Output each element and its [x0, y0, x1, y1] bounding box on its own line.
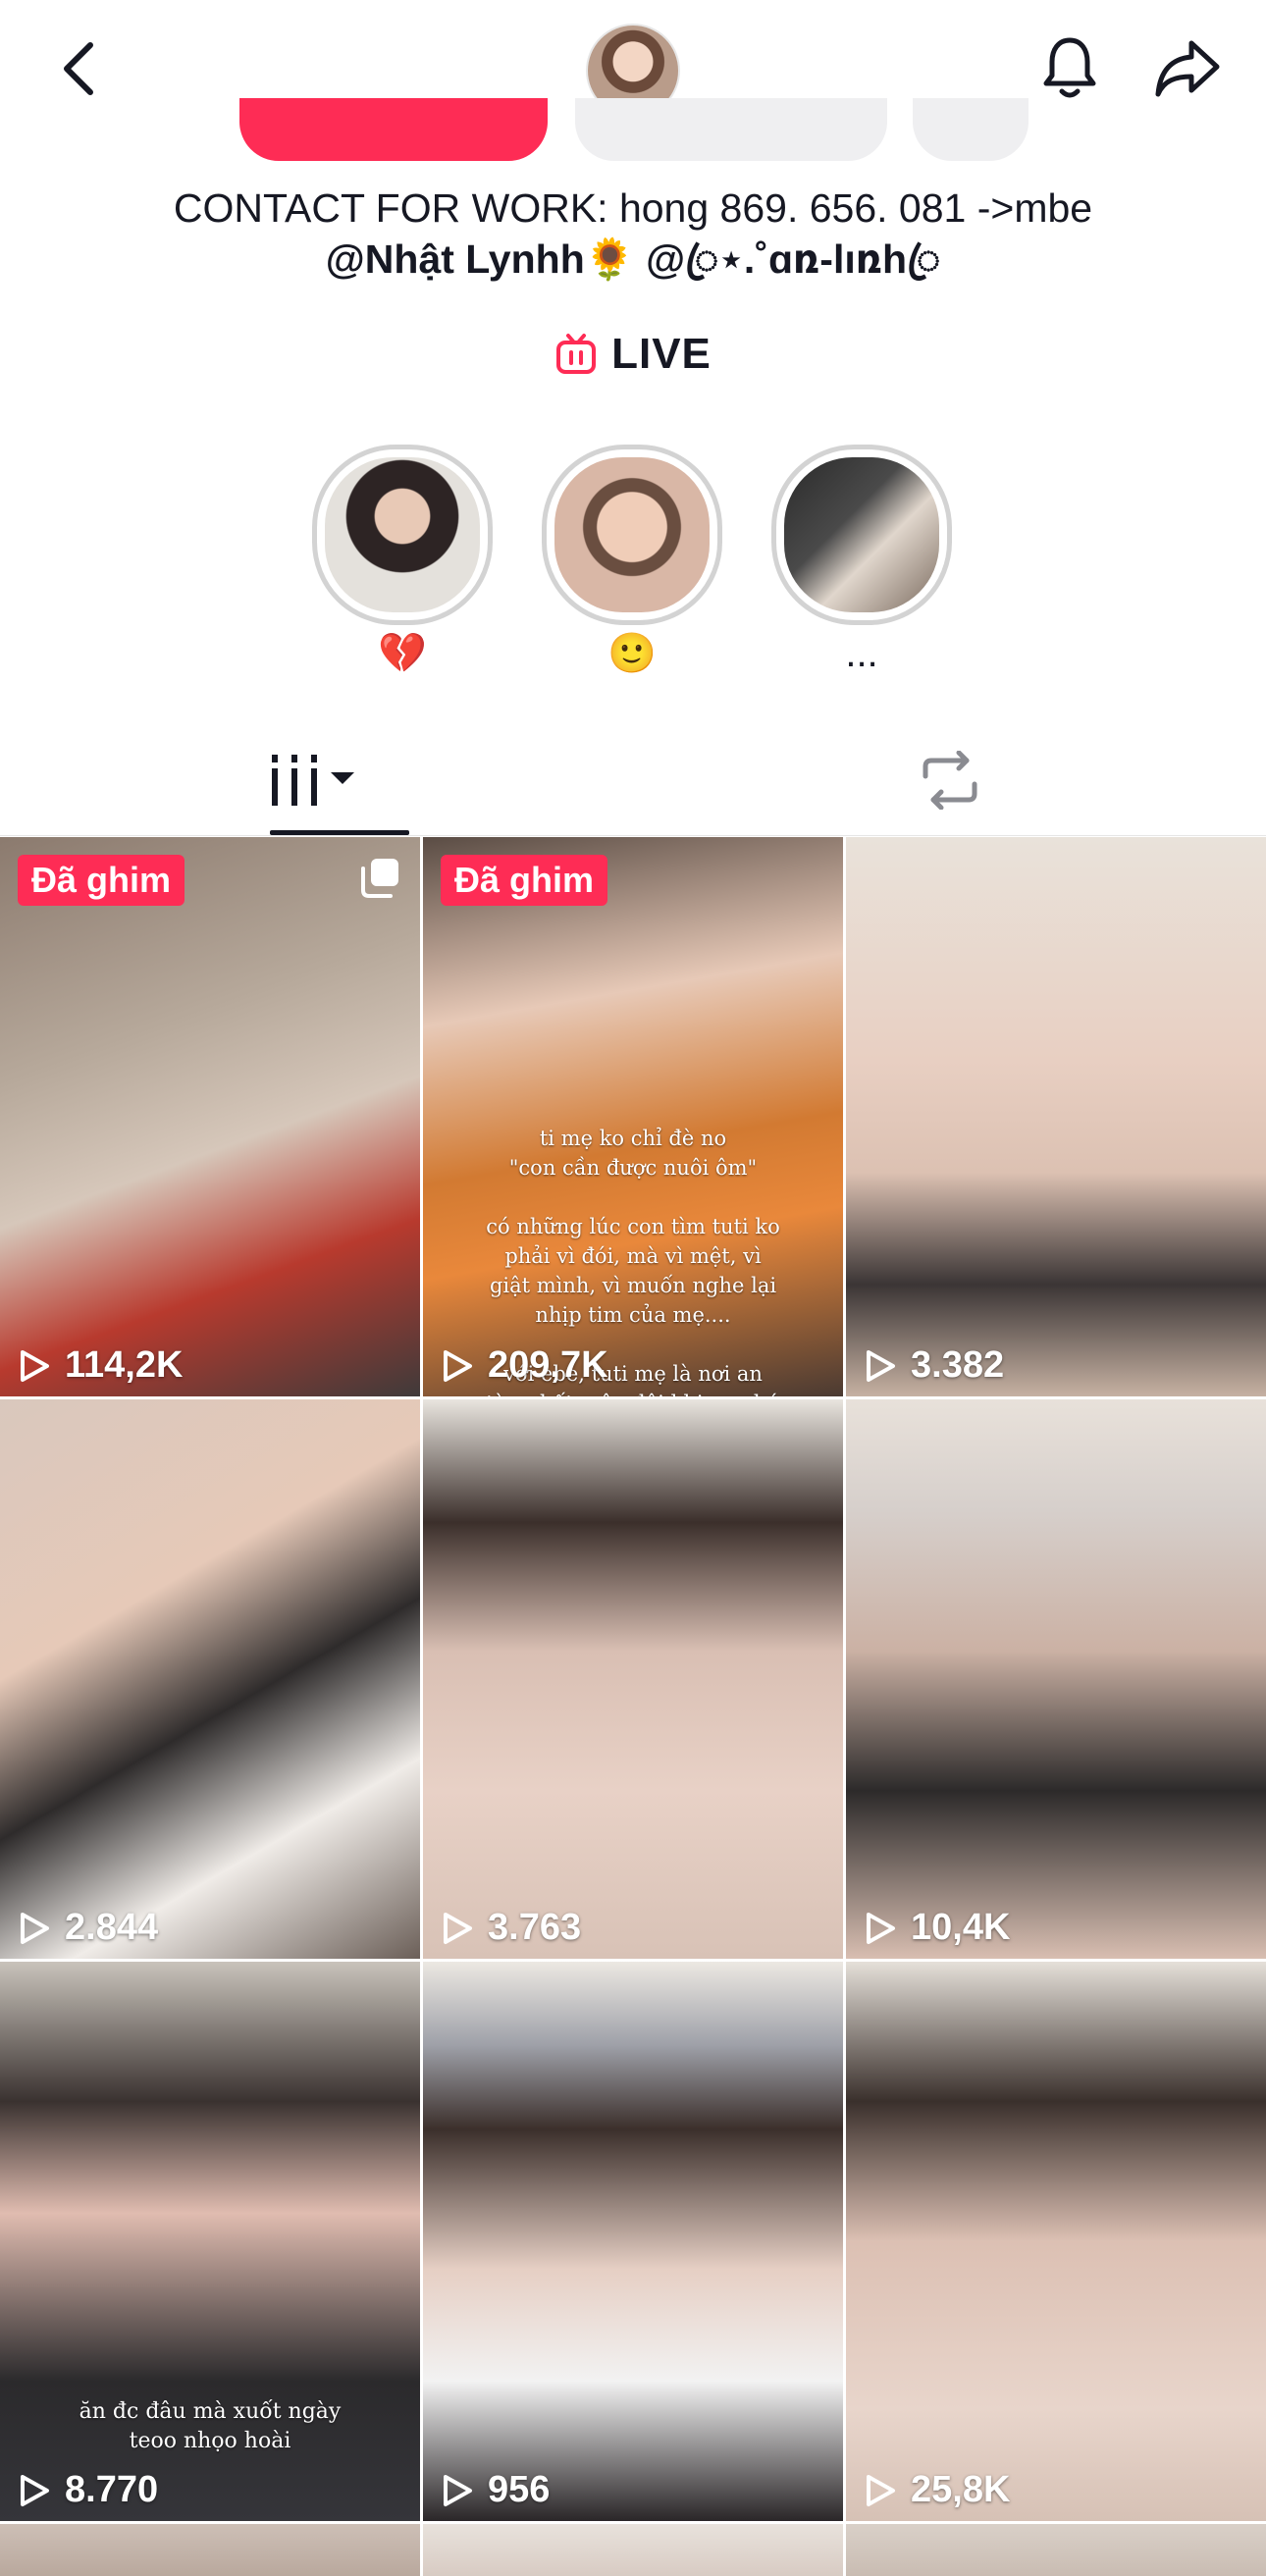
view-count-value: 8.770 — [65, 2469, 159, 2510]
live-tv-icon — [556, 334, 597, 374]
play-icon — [867, 2474, 895, 2506]
multi-photo-icon — [361, 859, 398, 898]
highlight-item[interactable]: 💔 — [312, 445, 493, 678]
highlight-caption: 💔 — [378, 632, 427, 675]
grid-bars-icon — [271, 755, 354, 806]
view-count: 114,2K — [18, 1344, 183, 1387]
bell-icon — [1043, 37, 1096, 98]
content-tabs — [0, 726, 1266, 836]
view-count: 2.844 — [18, 1907, 158, 1949]
repost-icon — [923, 751, 976, 810]
live-label: LIVE — [611, 330, 712, 378]
view-count: 10,4K — [864, 1907, 1010, 1949]
video-thumbnail[interactable]: ăn đc đâu mà xuốt ngày teoo nhọo hoài 8.… — [0, 1962, 420, 2521]
video-thumbnail[interactable]: Đã ghim ti mẹ ko chỉ đè no "con cần được… — [423, 837, 843, 1396]
share-arrow-icon — [1155, 40, 1220, 97]
play-icon — [444, 1349, 472, 1382]
video-thumbnail[interactable]: 3.763 — [423, 1399, 843, 1959]
video-thumbnail[interactable]: 10,4K — [846, 1399, 1266, 1959]
view-count: 956 — [441, 2469, 550, 2511]
video-thumbnail[interactable]: 25,8K — [846, 1962, 1266, 2521]
view-count-value: 3.763 — [488, 1907, 582, 1948]
view-count-value: 25,8K — [911, 2469, 1011, 2510]
video-thumbnail[interactable]: 956 — [423, 1962, 843, 2521]
highlight-thumbnail — [325, 457, 480, 612]
play-icon — [21, 2474, 49, 2506]
view-count: 8.770 — [18, 2469, 158, 2511]
pinned-badge: Đã ghim — [441, 855, 608, 906]
video-thumbnail[interactable]: Đã ghim 114,2K — [0, 837, 420, 1396]
view-count: 209,7K — [441, 1344, 608, 1387]
share-button[interactable] — [1148, 29, 1227, 108]
video-thumbnail[interactable] — [423, 2524, 843, 2576]
view-count-value: 2.844 — [65, 1907, 159, 1948]
highlight-caption: 🙂 — [607, 632, 657, 675]
video-caption-overlay: ăn đc đâu mà xuốt ngày teoo nhọo hoài — [79, 2399, 342, 2453]
play-icon — [21, 1912, 49, 1944]
play-icon — [867, 1912, 895, 1944]
chevron-left-icon — [64, 42, 93, 95]
view-count: 3.382 — [864, 1344, 1004, 1387]
view-count-value: 3.382 — [911, 1344, 1005, 1386]
view-count-value: 10,4K — [911, 1907, 1011, 1948]
notifications-button[interactable] — [1030, 29, 1109, 108]
back-button[interactable] — [39, 29, 118, 108]
profile-bio: CONTACT FOR WORK: hong 869. 656. 081 ->m… — [0, 183, 1266, 285]
bio-line-contact: CONTACT FOR WORK: hong 869. 656. 081 ->m… — [173, 185, 1093, 231]
view-count-value: 114,2K — [65, 1344, 184, 1386]
message-button[interactable] — [575, 98, 887, 161]
play-icon — [444, 1912, 472, 1944]
more-button[interactable] — [913, 98, 1029, 161]
active-tab-indicator — [270, 830, 409, 835]
tab-reposts[interactable] — [633, 726, 1266, 834]
live-link[interactable]: LIVE — [0, 330, 1266, 379]
view-count-value: 209,7K — [488, 1344, 608, 1386]
highlight-item[interactable]: 🙂 — [542, 445, 722, 678]
view-count: 25,8K — [864, 2469, 1010, 2511]
view-count: 3.763 — [441, 1907, 581, 1949]
pinned-badge: Đã ghim — [18, 855, 185, 906]
play-icon — [444, 2474, 472, 2506]
view-count-value: 956 — [488, 2469, 551, 2510]
video-thumbnail[interactable]: 3.382 — [846, 837, 1266, 1396]
play-icon — [21, 1349, 49, 1382]
video-thumbnail[interactable]: 2.844 — [0, 1399, 420, 1959]
play-icon — [867, 1349, 895, 1382]
highlight-item[interactable]: ... — [771, 445, 952, 678]
video-grid: Đã ghim 114,2K Đã ghim ti mẹ ko chỉ đè n… — [0, 837, 1266, 2576]
highlight-thumbnail — [784, 457, 939, 612]
bio-line-mentions[interactable]: @Nhật Lynhh🌻 @ꦿ⋆.˚ɑռ-lıռhꦿ — [0, 234, 1266, 285]
tab-videos[interactable] — [0, 726, 633, 834]
video-thumbnail[interactable] — [0, 2524, 420, 2576]
highlight-caption: ... — [845, 632, 878, 675]
follow-button[interactable] — [239, 98, 548, 161]
highlight-thumbnail — [554, 457, 710, 612]
video-thumbnail[interactable] — [846, 2524, 1266, 2576]
story-highlights: 💔 🙂 ... — [0, 445, 1266, 690]
